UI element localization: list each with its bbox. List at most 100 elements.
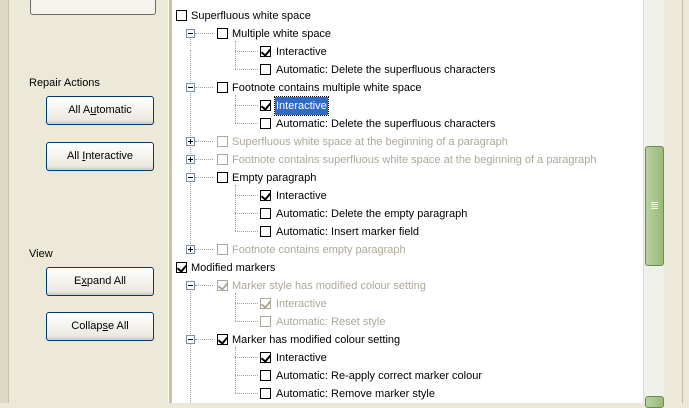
tree-node-label[interactable]: Automatic: Re-apply correct marker colou… (276, 367, 482, 385)
rule-checkbox[interactable] (217, 136, 228, 147)
rule-checkbox[interactable] (260, 100, 271, 111)
button-label: Collap (71, 320, 103, 332)
button-label: tomatic (96, 104, 132, 116)
expand-all-button[interactable]: Expand All (46, 267, 154, 296)
tree-connector (235, 123, 258, 124)
rule-checkbox[interactable] (260, 118, 271, 129)
tree-connector (235, 321, 258, 322)
tree-node-label[interactable]: Automatic: Delete the empty paragraph (276, 205, 467, 223)
thumb-grip (651, 202, 658, 203)
partial-button[interactable] (30, 0, 156, 15)
rule-checkbox[interactable] (176, 10, 187, 21)
tree-node-label[interactable]: Automatic: Delete the superfluous charac… (276, 115, 496, 133)
tree-node-label[interactable]: Marker style has modified colour setting (232, 277, 426, 295)
tree-connector (235, 213, 258, 214)
button-label: All (66, 150, 83, 162)
tree-node-label[interactable]: Footnote contains superfluous white spac… (232, 151, 596, 169)
tree-connector (235, 303, 258, 304)
rule-checkbox[interactable] (260, 316, 271, 327)
tree-connector (235, 41, 236, 69)
tree-connector (235, 347, 236, 393)
rule-checkbox[interactable] (260, 370, 271, 381)
tree-node-label[interactable]: Footnote contains multiple white space (232, 79, 422, 97)
tree-node-label[interactable]: Interactive (276, 349, 327, 367)
vertical-scrollbar[interactable] (643, 0, 665, 408)
rule-checkbox[interactable] (176, 262, 187, 273)
collapse-toggle[interactable] (186, 83, 195, 92)
rule-checkbox[interactable] (217, 28, 228, 39)
expand-toggle[interactable] (186, 245, 195, 254)
repair-actions-label: Repair Actions (29, 77, 100, 89)
repair-rules-tree[interactable]: Superfluous white space Multiple white s… (172, 0, 644, 403)
tree-node-label[interactable]: Superfluous white space (191, 7, 311, 25)
rule-checkbox[interactable] (260, 226, 271, 237)
thumb-grip (651, 204, 658, 205)
collapse-all-button[interactable]: Collapse All (46, 312, 154, 341)
thumb-grip (651, 206, 658, 207)
tree-node-label[interactable]: Marker has modified colour setting (232, 331, 400, 349)
tree-connector (190, 284, 191, 338)
tree-connector (235, 231, 258, 232)
tree-connector (195, 159, 213, 160)
rule-checkbox[interactable] (260, 64, 271, 75)
tree-connector (235, 393, 258, 394)
thumb-grip (651, 208, 658, 209)
collapse-toggle[interactable] (186, 29, 195, 38)
collapse-toggle[interactable] (186, 173, 195, 182)
tree-node-label[interactable]: Automatic: Delete the superfluous charac… (276, 61, 496, 79)
tree-connector (235, 95, 236, 123)
rule-checkbox[interactable] (260, 190, 271, 201)
rule-checkbox[interactable] (217, 172, 228, 183)
tree-node-label[interactable]: Automatic: Reset style (276, 313, 385, 331)
tree-node-label[interactable]: Multiple white space (232, 25, 331, 43)
button-label: pand All (86, 275, 126, 287)
tree-connector (195, 339, 213, 340)
rule-checkbox[interactable] (260, 298, 271, 309)
tree-connector (235, 51, 258, 52)
tree-connector (235, 195, 258, 196)
tree-connector (195, 177, 213, 178)
tree-connector (195, 249, 213, 250)
rule-checkbox[interactable] (217, 280, 228, 291)
tree-connector (235, 293, 236, 321)
tree-connector (195, 285, 213, 286)
tree-connector (195, 33, 213, 34)
tree-node-label[interactable]: Automatic: Insert marker field (276, 223, 419, 241)
collapse-toggle[interactable] (186, 281, 195, 290)
tree-node-label[interactable]: Modified markers (191, 259, 275, 277)
expand-toggle[interactable] (186, 137, 195, 146)
tree-connector (235, 375, 258, 376)
rule-checkbox[interactable] (217, 154, 228, 165)
tree-node-label[interactable]: Superfluous white space at the beginning… (232, 133, 508, 151)
tree-node-label[interactable]: Interactive (274, 96, 329, 116)
expand-toggle[interactable] (186, 155, 195, 164)
rule-checkbox[interactable] (260, 352, 271, 363)
tree-node-label[interactable]: Interactive (276, 187, 327, 205)
rule-checkbox[interactable] (260, 388, 271, 399)
button-label: e All (107, 320, 129, 332)
tree-node-label[interactable]: Interactive (276, 295, 327, 313)
scroll-down-arrow[interactable] (645, 396, 664, 408)
window-edge (664, 0, 689, 403)
window-edge-divider (682, 0, 683, 403)
tree-connector (235, 105, 258, 106)
tree-node-label[interactable]: Footnote contains empty paragraph (232, 241, 406, 259)
tree-node-label[interactable]: Automatic: Remove marker style (276, 385, 435, 403)
scrollbar-thumb[interactable] (645, 146, 664, 266)
panel-edge (0, 0, 9, 403)
tree-node-label[interactable]: Empty paragraph (232, 169, 316, 187)
all-interactive-button[interactable]: All Interactive (46, 142, 154, 171)
tree-node-label[interactable]: Interactive (276, 43, 327, 61)
rule-checkbox[interactable] (260, 208, 271, 219)
button-label: All A (68, 104, 91, 116)
all-automatic-button[interactable]: All Automatic (46, 96, 154, 125)
button-label: nteractive (85, 150, 134, 162)
repair-options-panel: Repair Actions All Automatic All Interac… (0, 0, 170, 403)
rule-checkbox[interactable] (217, 244, 228, 255)
rule-checkbox[interactable] (217, 334, 228, 345)
rule-checkbox[interactable] (217, 82, 228, 93)
tree-connector (235, 69, 258, 70)
tree-connector (190, 338, 191, 403)
rule-checkbox[interactable] (260, 46, 271, 57)
collapse-toggle[interactable] (186, 335, 195, 344)
